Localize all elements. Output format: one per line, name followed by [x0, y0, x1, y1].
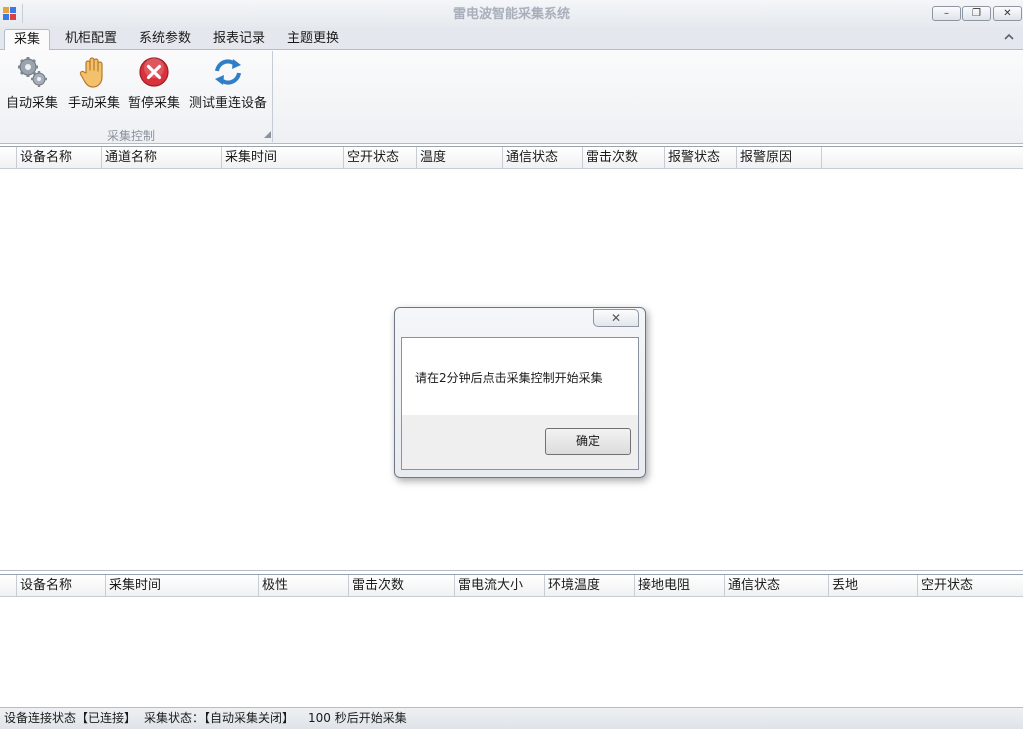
column-header[interactable]: 通信状态	[725, 575, 829, 597]
grid-header: 设备名称 采集时间 极性 雷击次数 雷电流大小 环境温度 接地电阻 通信状态 丢…	[0, 575, 1023, 597]
test-reconnect-label: 测试重连设备	[189, 96, 268, 111]
restore-button[interactable]: ❐	[962, 6, 991, 21]
pause-collect-label: 暂停采集	[128, 96, 181, 111]
column-header[interactable]: 通道名称	[102, 147, 222, 169]
collect-control-group: 自动采集 手动采集 暂停采集 测试重连设备 采集控制	[2, 51, 273, 143]
window-title: 雷电波智能采集系统	[452, 7, 570, 22]
column-header[interactable]: 温度	[417, 147, 503, 169]
close-button[interactable]: ✕	[993, 6, 1022, 21]
column-header[interactable]: 雷击次数	[583, 147, 665, 169]
countdown-status: 100 秒后开始采集	[308, 711, 407, 725]
ribbon-panel: 自动采集 手动采集 暂停采集 测试重连设备 采集控制	[0, 50, 1023, 144]
collect-status: 采集状态：【自动采集关闭】	[144, 711, 295, 725]
test-reconnect-button[interactable]: 测试重连设备	[189, 55, 267, 113]
minimize-button[interactable]: –	[932, 6, 961, 21]
dialog-launcher-icon[interactable]	[264, 131, 271, 138]
column-header[interactable]: 采集时间	[222, 147, 344, 169]
column-header[interactable]: 极性	[259, 575, 349, 597]
connection-status: 设备连接状态【已连接】	[4, 711, 137, 725]
message-dialog: ✕ 请在2分钟后点击采集控制开始采集 确定	[394, 307, 646, 478]
hand-icon	[79, 57, 103, 88]
column-header[interactable]: 设备名称	[17, 147, 102, 169]
row-header-corner	[0, 575, 17, 597]
dialog-close-button[interactable]: ✕	[593, 309, 639, 327]
grid-header: 设备名称 通道名称 采集时间 空开状态 温度 通信状态 雷击次数 报警状态 报警…	[0, 147, 1023, 169]
tab-cabinet-config[interactable]: 机柜配置	[56, 29, 126, 50]
stop-icon	[139, 57, 169, 87]
tab-theme-change[interactable]: 主题更换	[278, 29, 348, 50]
column-header[interactable]: 丢地	[829, 575, 918, 597]
status-bar: 设备连接状态【已连接】 采集状态：【自动采集关闭】 100 秒后开始采集	[0, 707, 1023, 729]
ribbon-tab-strip: 采集 机柜配置 系统参数 报表记录 主题更换	[0, 27, 1023, 51]
title-bar: 雷电波智能采集系统 – ❐ ✕	[0, 0, 1023, 27]
group-label: 采集控制	[106, 129, 155, 143]
column-header[interactable]: 雷击次数	[349, 575, 455, 597]
collapse-ribbon-icon[interactable]	[1003, 31, 1015, 43]
column-header[interactable]: 采集时间	[106, 575, 259, 597]
auto-collect-label: 自动采集	[6, 96, 59, 111]
manual-collect-button[interactable]: 手动采集	[68, 55, 120, 113]
column-header[interactable]: 空开状态	[918, 575, 1023, 597]
column-header[interactable]: 接地电阻	[635, 575, 725, 597]
row-header-corner	[0, 147, 17, 169]
dialog-message: 请在2分钟后点击采集控制开始采集	[415, 371, 603, 385]
column-header[interactable]: 环境温度	[545, 575, 635, 597]
dialog-footer: 确定	[402, 415, 638, 469]
lightning-record-grid[interactable]: 设备名称 采集时间 极性 雷击次数 雷电流大小 环境温度 接地电阻 通信状态 丢…	[0, 574, 1023, 707]
ok-button[interactable]: 确定	[545, 428, 631, 455]
manual-collect-label: 手动采集	[68, 96, 121, 111]
tab-system-params[interactable]: 系统参数	[130, 29, 200, 50]
column-header[interactable]: 通信状态	[503, 147, 583, 169]
tab-collect[interactable]: 采集	[4, 29, 51, 51]
dialog-body: 请在2分钟后点击采集控制开始采集 确定	[401, 337, 639, 470]
tab-report-records[interactable]: 报表记录	[204, 29, 274, 50]
pause-collect-button[interactable]: 暂停采集	[128, 55, 180, 113]
column-header[interactable]: 设备名称	[17, 575, 106, 597]
refresh-icon	[215, 59, 241, 85]
auto-collect-button[interactable]: 自动采集	[6, 55, 58, 113]
column-header[interactable]: 雷电流大小	[455, 575, 545, 597]
gears-icon	[18, 57, 47, 87]
column-header[interactable]: 报警状态	[665, 147, 737, 169]
column-header[interactable]: 报警原因	[737, 147, 822, 169]
column-header[interactable]: 空开状态	[344, 147, 417, 169]
